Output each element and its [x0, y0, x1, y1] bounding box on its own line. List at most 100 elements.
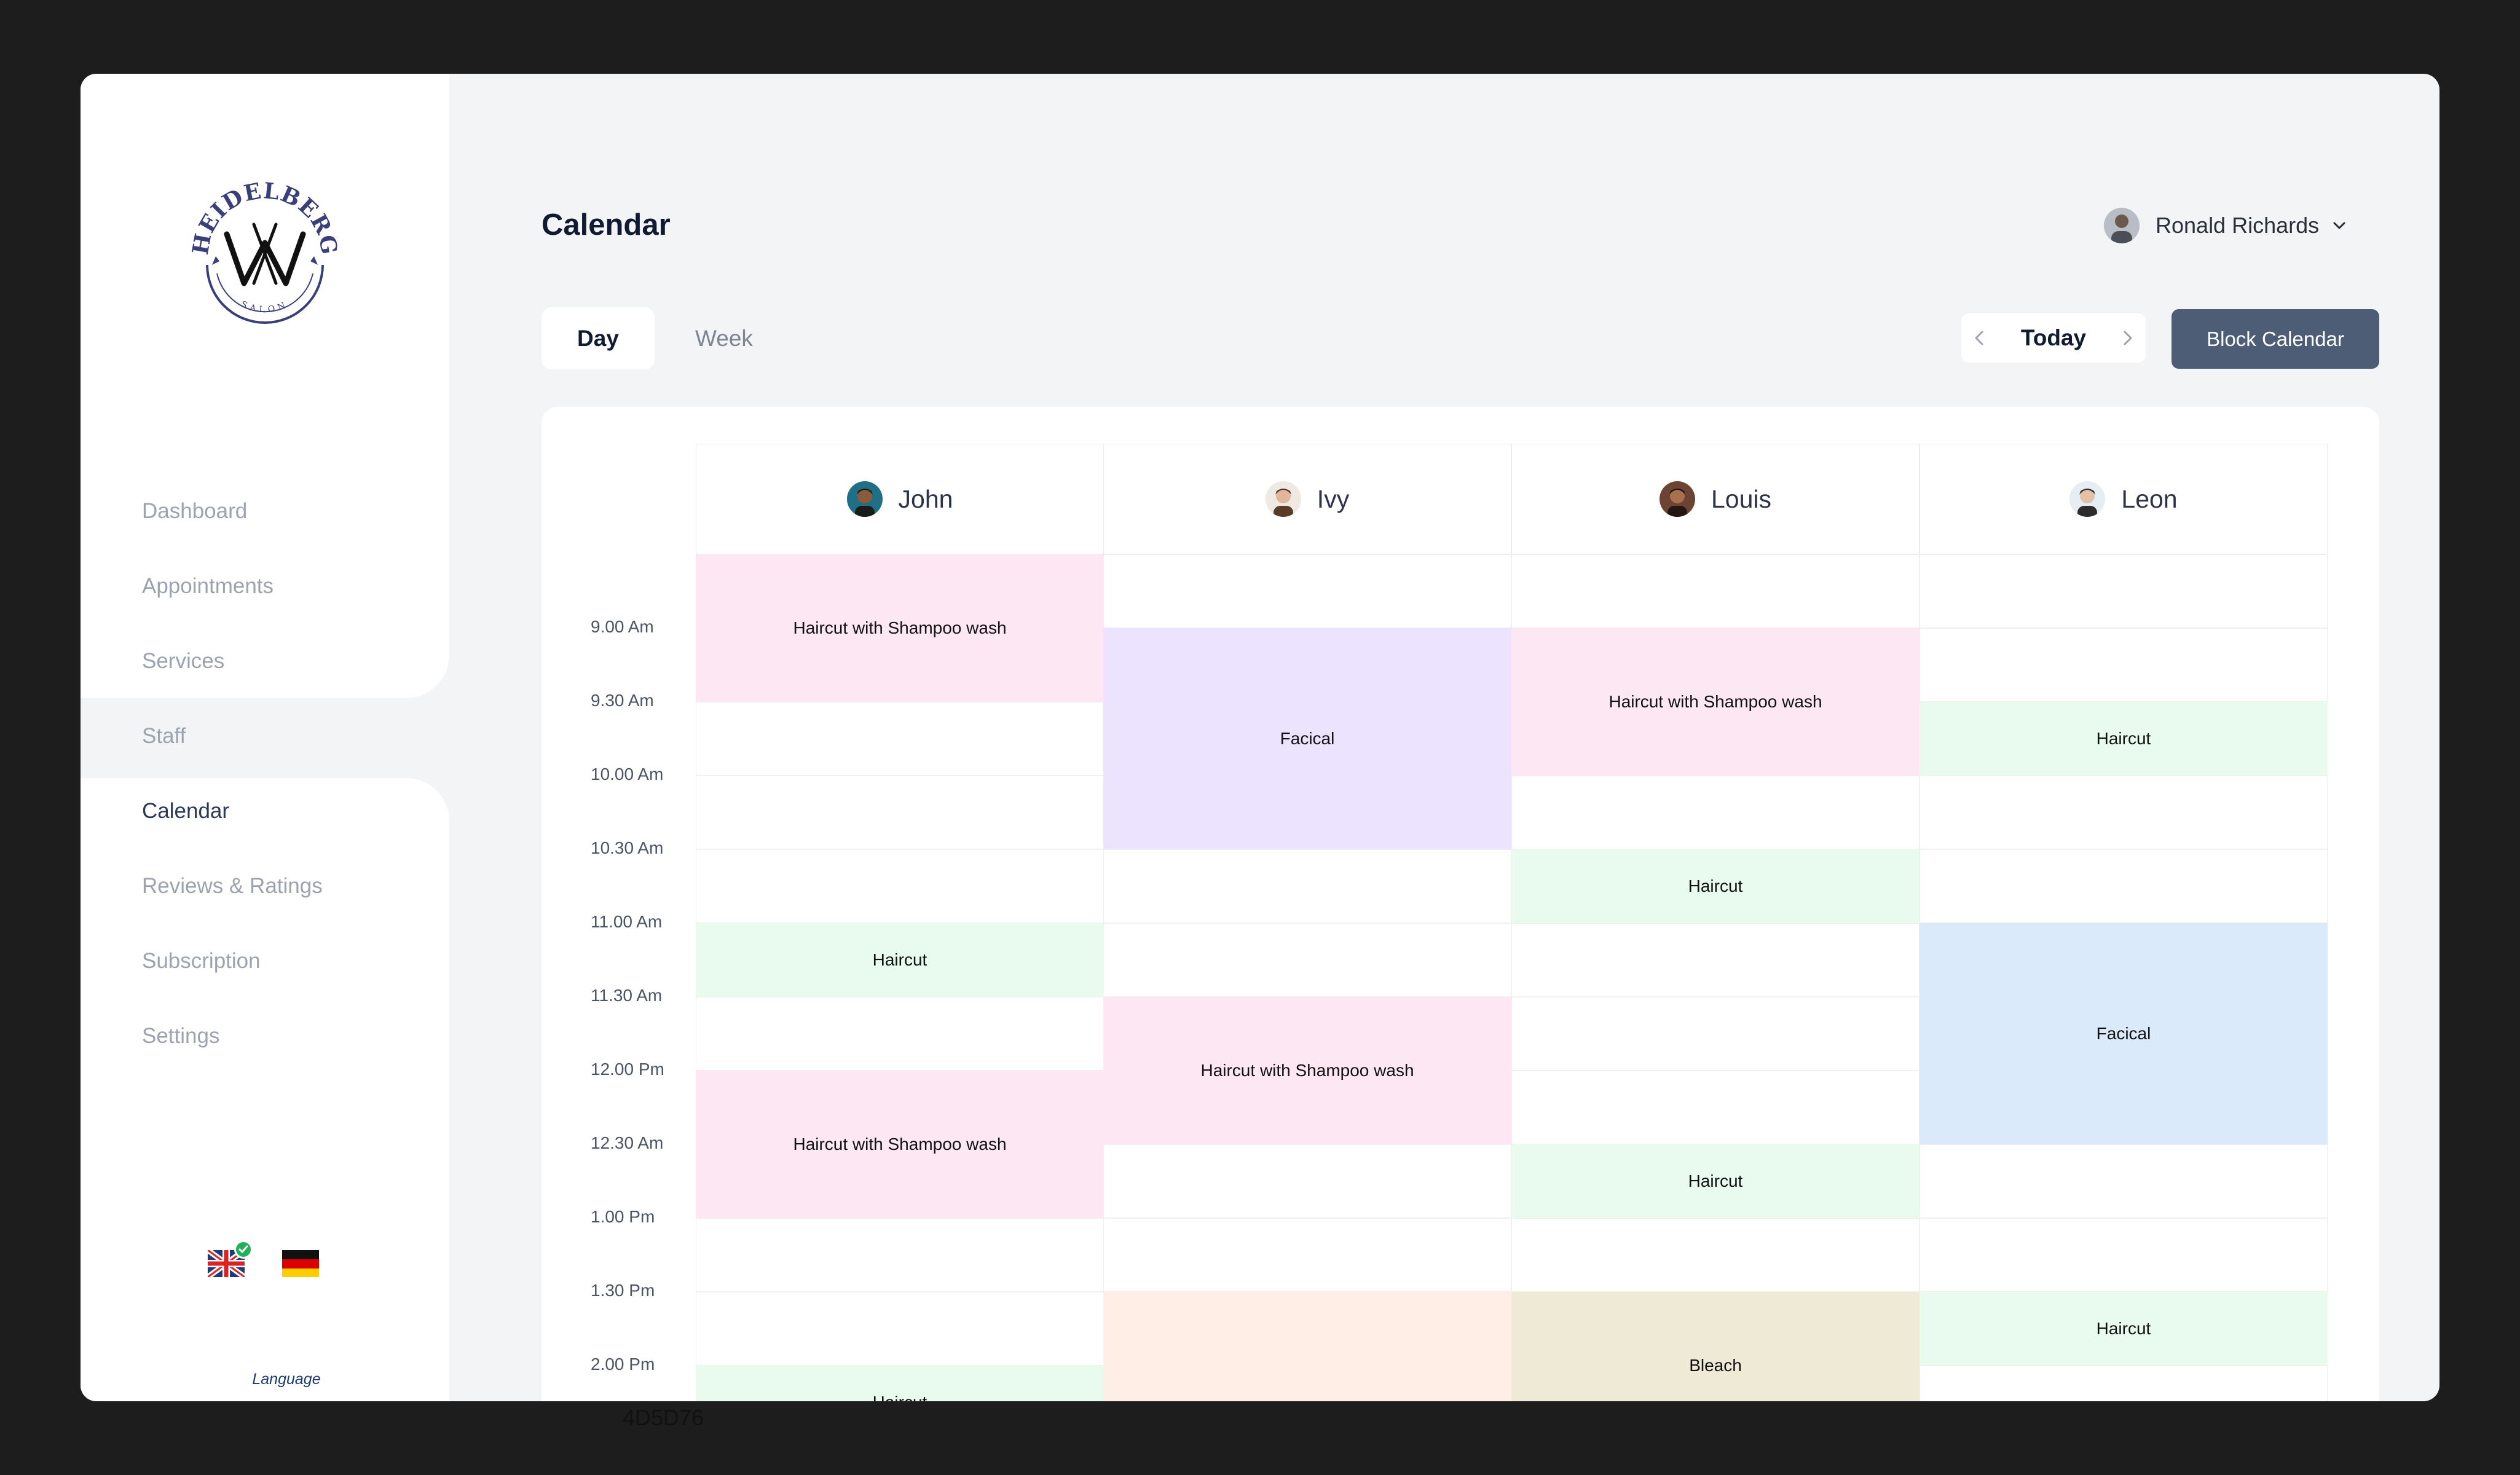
appointment-block[interactable]: Haircut	[696, 923, 1104, 997]
time-slot[interactable]	[1920, 554, 2328, 628]
time-label: 1.30 Pm	[591, 1281, 655, 1300]
time-label: 1.00 Pm	[591, 1207, 655, 1226]
appointment-block[interactable]: Haircut	[1511, 849, 1920, 923]
appointment-label: Facical	[2096, 1024, 2151, 1043]
sidebar-item-settings[interactable]: Settings	[142, 1024, 219, 1048]
appointment-block[interactable]: Facical	[1103, 628, 1511, 849]
time-slot[interactable]	[696, 1218, 1104, 1292]
time-slot[interactable]	[1920, 1366, 2328, 1401]
sidebar-item-staff[interactable]: Staff	[142, 724, 186, 749]
germany-flag-icon[interactable]	[282, 1250, 319, 1277]
appointment-label: Haircut	[873, 1393, 927, 1401]
page-title: Calendar	[541, 208, 671, 242]
app-window: HEIDELBERG SALON Dashboard Appointments Se…	[81, 74, 2439, 1401]
sidebar-item-reviews-ratings[interactable]: Reviews & Ratings	[142, 874, 323, 899]
block-calendar-button[interactable]: Block Calendar	[2172, 309, 2379, 369]
appointment-label: Haircut	[1688, 1171, 1743, 1190]
tab-day[interactable]: Day	[541, 307, 655, 369]
appointment-label: Haircut with Shampoo wash	[793, 618, 1007, 637]
avatar	[2104, 208, 2140, 243]
calendar-grid: John Ivy Louis Leon 9.00 Am 9.30 Am 10.00 Am 10…	[541, 407, 2379, 1401]
time-slot[interactable]	[696, 1292, 1104, 1366]
scissors-logo-icon: HEIDELBERG SALON	[187, 178, 342, 324]
time-slot[interactable]	[1511, 776, 1920, 849]
appointment-block[interactable]: Haircut with Shampoo wash	[1103, 997, 1511, 1144]
staff-header-leon[interactable]: Leon	[1920, 444, 2328, 554]
time-slot[interactable]	[1103, 1218, 1511, 1292]
appointment-block[interactable]: Haircut with Shampoo wash	[696, 1071, 1104, 1218]
time-slot[interactable]	[1511, 1218, 1920, 1292]
sidebar-item-appointments[interactable]: Appointments	[142, 574, 274, 599]
time-slot[interactable]	[696, 776, 1104, 849]
time-slot[interactable]	[1511, 554, 1920, 628]
time-slot[interactable]	[1511, 1071, 1920, 1144]
time-slot[interactable]	[1103, 849, 1511, 923]
user-name: Ronald Richards	[2156, 213, 2320, 238]
appointment-label: Haircut	[872, 950, 927, 969]
time-slot[interactable]	[1920, 849, 2328, 923]
appointment-block[interactable]: Haircut with Shampoo wash	[1511, 628, 1920, 776]
tab-week[interactable]: Week	[695, 307, 753, 369]
sidebar-item-dashboard[interactable]: Dashboard	[142, 499, 247, 524]
sidebar-item-subscription[interactable]: Subscription	[142, 949, 261, 974]
time-slot[interactable]	[1511, 997, 1920, 1071]
staff-name: John	[898, 484, 953, 513]
time-slot[interactable]	[1103, 1144, 1511, 1218]
staff-header-louis[interactable]: Louis	[1511, 444, 1920, 554]
appointment-label: Haircut	[2096, 1319, 2151, 1338]
user-menu[interactable]: Ronald Richards	[2104, 206, 2349, 245]
time-label: 9.00 Am	[591, 617, 654, 636]
appointment-block[interactable]: Bleach	[1511, 1292, 1920, 1401]
date-navigator: Today	[1961, 313, 2146, 363]
staff-header-ivy[interactable]: Ivy	[1103, 444, 1511, 554]
time-slot[interactable]	[1103, 554, 1511, 628]
color-code-label: 4D5D76	[623, 1405, 704, 1430]
time-slot[interactable]	[1920, 1144, 2328, 1218]
chevron-down-icon	[2333, 222, 2345, 229]
sidebar: HEIDELBERG SALON Dashboard Appointments Se…	[81, 74, 449, 1401]
time-slot[interactable]	[696, 702, 1104, 776]
sidebar-item-services[interactable]: Services	[142, 649, 224, 674]
appointment-block[interactable]: Haircut with Shampoo wash	[696, 554, 1104, 702]
time-slot[interactable]	[696, 849, 1104, 923]
selected-check-icon	[234, 1240, 253, 1259]
staff-name: Louis	[1711, 484, 1771, 513]
time-label: 11.30 Am	[591, 986, 663, 1005]
time-slot[interactable]	[696, 997, 1104, 1071]
time-slot[interactable]	[1511, 923, 1920, 997]
appointment-block[interactable]: Haircut	[1511, 1144, 1920, 1218]
staff-name: Leon	[2121, 484, 2178, 513]
time-label: 12.00 Pm	[591, 1060, 664, 1079]
appointment-block[interactable]: Haircut	[1920, 1292, 2328, 1366]
avatar	[1659, 481, 1695, 517]
time-label: 12.30 Am	[591, 1133, 664, 1152]
time-slot[interactable]	[1920, 776, 2328, 849]
appointment-label: Facical	[1280, 729, 1335, 748]
appointment-block[interactable]: Haircut	[696, 1366, 1104, 1401]
time-label: 9.30 Am	[591, 691, 654, 710]
appointment-label: Haircut with Shampoo wash	[1200, 1061, 1414, 1080]
appointment-label: Haircut with Shampoo wash	[1608, 692, 1822, 711]
avatar	[2069, 481, 2106, 517]
avatar	[1265, 481, 1301, 517]
appointment-block[interactable]: Haircut	[1920, 702, 2328, 776]
svg-text:SALON: SALON	[240, 299, 291, 315]
salon-logo[interactable]: HEIDELBERG SALON	[185, 175, 345, 335]
time-label: 2.00 Pm	[591, 1355, 655, 1374]
chevron-right-icon[interactable]	[2115, 326, 2140, 350]
appointment-label: Bleach	[1689, 1356, 1742, 1375]
staff-header-john[interactable]: John	[696, 444, 1104, 554]
time-slot[interactable]	[1920, 1218, 2328, 1292]
appointment-block[interactable]	[1103, 1292, 1511, 1401]
chevron-left-icon[interactable]	[1967, 326, 1992, 350]
time-label: 10.00 Am	[591, 765, 664, 784]
time-slot[interactable]	[1103, 923, 1511, 997]
time-label: 10.30 Am	[591, 838, 664, 857]
staff-name: Ivy	[1317, 484, 1350, 513]
language-label: Language	[252, 1371, 321, 1388]
appointment-block[interactable]: Facical	[1920, 923, 2328, 1144]
time-slot[interactable]	[1920, 628, 2328, 702]
sidebar-item-calendar[interactable]: Calendar	[142, 799, 229, 824]
appointment-label: Haircut with Shampoo wash	[793, 1135, 1007, 1154]
avatar	[846, 481, 883, 517]
